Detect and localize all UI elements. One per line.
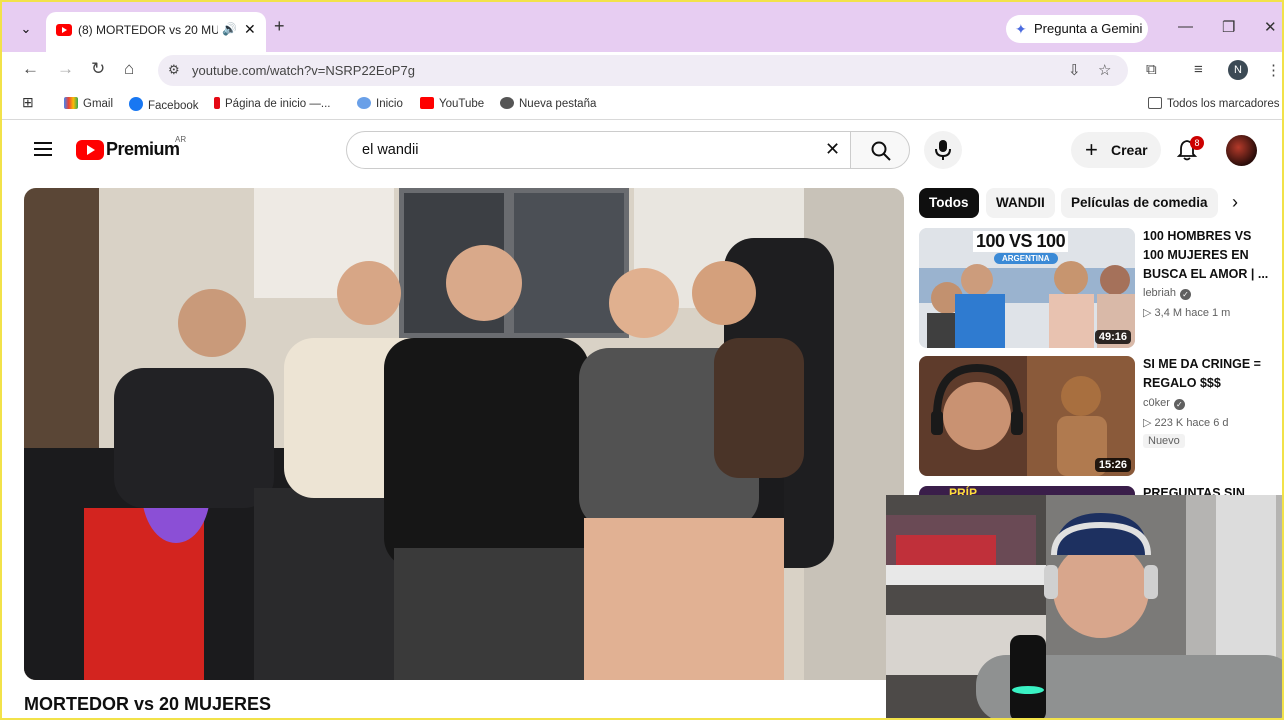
thumbnail-subtitle: ARGENTINA: [994, 253, 1058, 264]
home-icon[interactable]: ⌂: [124, 59, 134, 79]
bookmarks-bar: ⊞ Gmail Facebook Página de inicio —... I…: [2, 90, 1282, 120]
verified-check-icon: ✓: [1173, 399, 1185, 410]
channel-name: lebriah: [1143, 287, 1177, 299]
verified-check-icon: ✓: [1180, 289, 1192, 300]
chevron-right-icon[interactable]: ›: [1232, 192, 1238, 213]
extensions-icon[interactable]: ⧉: [1146, 61, 1157, 78]
rec-channel[interactable]: lebriah ✓: [1143, 287, 1192, 300]
speaker-icon[interactable]: 🔊: [222, 22, 237, 36]
tab-close-icon[interactable]: ✕: [244, 21, 256, 38]
channel-name: c0ker: [1143, 397, 1170, 409]
cloud-icon: [357, 97, 371, 109]
chip-peliculas-comedia[interactable]: Películas de comedia: [1061, 188, 1218, 218]
rec-meta: ▷ 223 K hace 6 d: [1143, 417, 1229, 429]
youtube-logo-icon[interactable]: [76, 140, 104, 160]
voice-search-button[interactable]: [924, 131, 962, 169]
bookmark-facebook[interactable]: Facebook: [129, 97, 199, 112]
gemini-label: Pregunta a Gemini: [1034, 21, 1143, 36]
gmail-icon: [64, 97, 78, 109]
rec-channel[interactable]: c0ker ✓: [1143, 397, 1185, 410]
search-box[interactable]: el wandii ✕: [346, 131, 851, 169]
forward-arrow-icon[interactable]: →: [57, 59, 74, 79]
facebook-icon: [129, 97, 143, 111]
chip-wandii[interactable]: WANDII: [986, 188, 1055, 218]
profile-avatar[interactable]: N: [1228, 60, 1248, 80]
region-code: AR: [175, 135, 187, 144]
gemini-sparkle-icon: ✦: [1015, 21, 1027, 37]
bookmark-label: Inicio: [376, 98, 403, 110]
create-label: Crear: [1111, 142, 1148, 158]
rec-title[interactable]: 100 HOMBRES VS 100 MUJERES EN BUSCA EL A…: [1143, 227, 1273, 284]
video-duration: 15:26: [1094, 458, 1131, 472]
microphone-icon: [935, 140, 951, 160]
youtube-icon: [420, 97, 434, 109]
youtube-masthead: Premium AR el wandii ✕ + Crear 8: [2, 122, 1282, 178]
media-controls-icon[interactable]: ≡: [1194, 61, 1203, 78]
all-bookmarks-label: Todos los marcadores: [1167, 98, 1280, 110]
youtube-favicon-icon: [56, 24, 72, 36]
bookmark-label: Gmail: [83, 98, 114, 110]
bookmark-label: YouTube: [439, 98, 485, 110]
thumbnail-headline: 100 VS 100: [973, 231, 1069, 252]
bookmark-inicio[interactable]: Inicio: [357, 97, 403, 110]
search-icon: [871, 141, 891, 161]
browser-tab-strip: ⌄ (8) MORTEDOR vs 20 MUJE 🔊 ✕ + ✦ Pregun…: [2, 2, 1282, 52]
tab-search-chevron-icon[interactable]: ⌄: [14, 17, 38, 41]
rec-meta: ▷ 3,4 M hace 1 m: [1143, 307, 1231, 319]
webcam-feed: [886, 495, 1282, 718]
back-arrow-icon[interactable]: ←: [22, 59, 39, 79]
video-frame: [24, 188, 904, 680]
browser-tab-active[interactable]: (8) MORTEDOR vs 20 MUJE 🔊 ✕: [46, 12, 266, 52]
guide-menu-icon[interactable]: [34, 142, 52, 156]
folder-icon: [1148, 97, 1162, 109]
search-button[interactable]: [850, 131, 910, 169]
bookmark-youtube[interactable]: YouTube: [420, 97, 484, 110]
plus-icon: +: [1085, 137, 1098, 162]
close-window-button[interactable]: ✕: [1264, 18, 1277, 36]
bookmark-label: Nueva pestaña: [519, 98, 597, 110]
clear-search-icon[interactable]: ✕: [825, 139, 840, 160]
account-avatar[interactable]: [1226, 135, 1257, 166]
address-bar[interactable]: ⚙ youtube.com/watch?v=NSRP22EoP7g ⇩ ☆: [158, 55, 1128, 86]
netflix-icon: [214, 97, 220, 109]
browser-menu-icon[interactable]: ⋮: [1266, 61, 1281, 79]
bookmark-star-icon[interactable]: ☆: [1098, 61, 1111, 79]
all-bookmarks[interactable]: Todos los marcadores: [1148, 97, 1280, 110]
webcam-overlay: [886, 495, 1282, 718]
video-title: MORTEDOR vs 20 MUJERES: [24, 694, 272, 714]
bookmark-gmail[interactable]: Gmail: [64, 97, 113, 110]
bookmark-label: Facebook: [148, 100, 199, 112]
new-tab-button[interactable]: +: [274, 16, 285, 37]
screen-frame: ⌄ (8) MORTEDOR vs 20 MUJE 🔊 ✕ + ✦ Pregun…: [0, 0, 1284, 720]
rec-title[interactable]: SI ME DA CRINGE = REGALO $$$: [1143, 355, 1273, 393]
minimize-window-button[interactable]: —: [1178, 18, 1193, 35]
youtube-brand[interactable]: Premium: [106, 139, 180, 160]
reload-icon[interactable]: ↻: [91, 59, 105, 79]
tab-title: (8) MORTEDOR vs 20 MUJE: [78, 23, 218, 37]
rec-thumbnail[interactable]: 100 VS 100 ARGENTINA 49:16: [919, 228, 1135, 348]
new-badge: Nuevo: [1143, 434, 1185, 448]
gemini-button[interactable]: ✦ Pregunta a Gemini: [1006, 15, 1148, 43]
bookmark-new-tab[interactable]: Nueva pestaña: [500, 97, 596, 110]
restore-window-button[interactable]: ❐: [1222, 18, 1235, 36]
search-input[interactable]: el wandii: [362, 142, 418, 158]
url-text[interactable]: youtube.com/watch?v=NSRP22EoP7g: [192, 63, 415, 78]
create-button[interactable]: + Crear: [1071, 132, 1161, 168]
chrome-icon: [500, 97, 514, 109]
bookmark-label: Página de inicio —...: [225, 98, 331, 110]
install-app-icon[interactable]: ⇩: [1068, 61, 1081, 79]
apps-grid-icon[interactable]: ⊞: [22, 94, 34, 111]
notification-badge: 8: [1190, 136, 1204, 150]
chip-todos[interactable]: Todos: [919, 188, 979, 218]
site-info-icon[interactable]: ⚙: [168, 62, 180, 78]
bookmark-netflix[interactable]: Página de inicio —...: [214, 97, 330, 110]
video-player[interactable]: [24, 188, 904, 680]
video-duration: 49:16: [1094, 330, 1131, 344]
browser-toolbar: ← → ↻ ⌂ ⚙ youtube.com/watch?v=NSRP22EoP7…: [2, 52, 1282, 90]
rec-thumbnail[interactable]: 15:26: [919, 356, 1135, 476]
